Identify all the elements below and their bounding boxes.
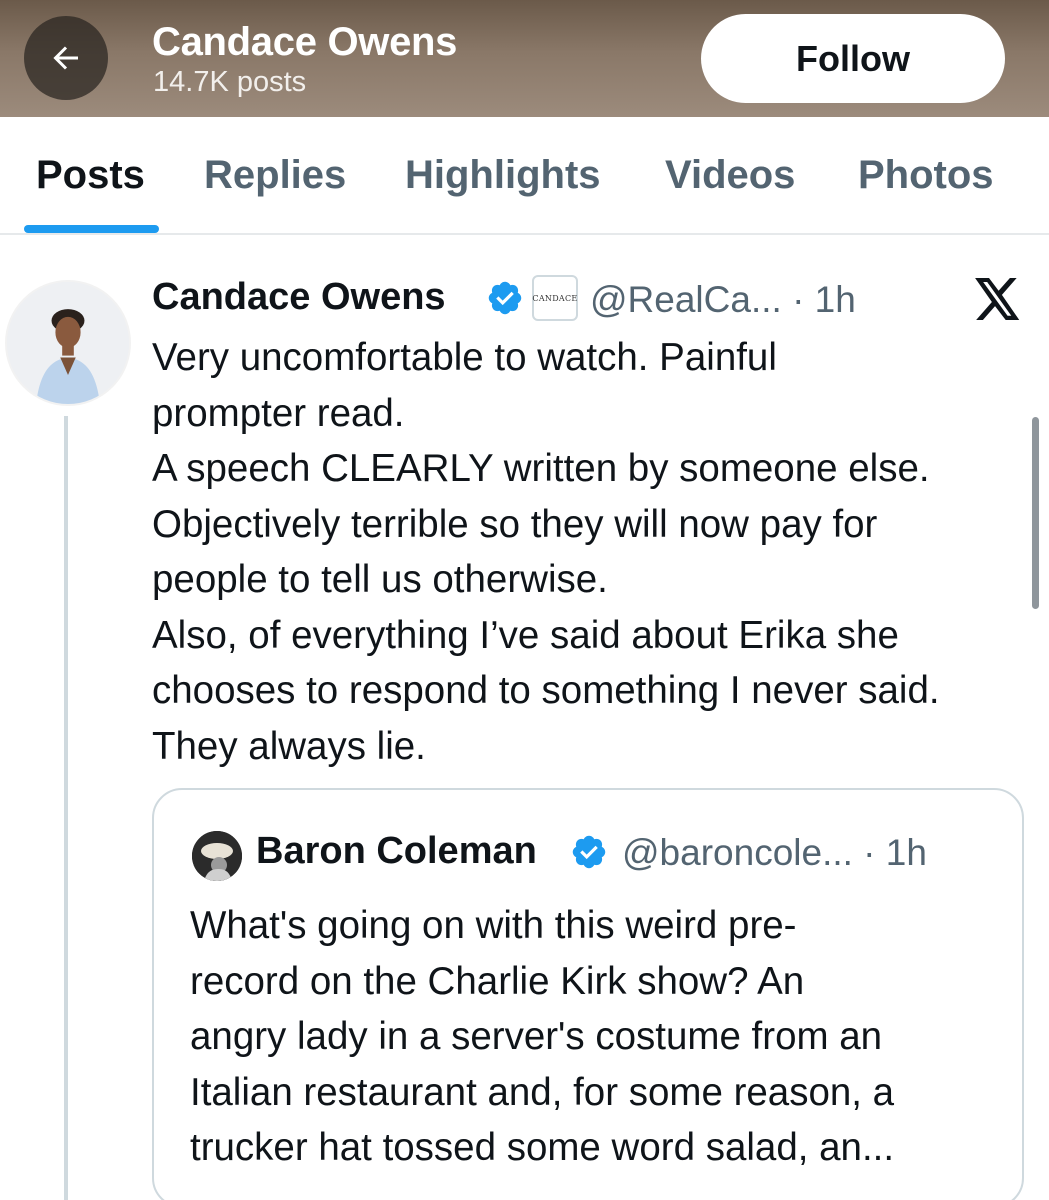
post-text: Very uncomfortable to watch. Painful pro… [152,336,940,768]
back-button[interactable] [24,16,108,100]
x-logo-icon [975,278,1020,320]
verified-badge-icon [488,281,522,315]
post-handle-time[interactable]: @RealCa... · 1h [590,279,856,321]
quoted-text: What's going on with this weird pre- rec… [190,904,895,1169]
quoted-handle-time[interactable]: @baroncole... · 1h [622,832,927,874]
arrow-left-icon [53,46,78,70]
avatar[interactable] [5,280,131,406]
header-profile-name: Candace Owens [152,20,458,64]
follow-button[interactable]: Follow [701,14,1005,103]
tab-posts[interactable]: Posts [36,153,145,198]
affiliate-badge[interactable]: CANDACE [532,275,578,321]
active-tab-indicator [24,225,159,233]
tab-highlights[interactable]: Highlights [405,153,601,198]
quoted-author-name[interactable]: Baron Coleman [256,830,537,873]
profile-tabs: Posts Replies Highlights Videos Photos [0,117,1049,235]
avatar-portrait-icon [7,282,129,404]
quoted-post[interactable]: Baron Coleman @baroncole... · 1h What's … [152,788,1024,1200]
header-post-count: 14.7K posts [153,66,307,98]
verified-badge-icon [572,835,606,869]
tab-photos[interactable]: Photos [858,153,994,198]
quoted-avatar[interactable] [192,831,242,881]
scrollbar[interactable] [1032,417,1039,609]
tabs-divider [0,233,1049,235]
post-author-name[interactable]: Candace Owens [152,276,446,319]
quoted-avatar-image-icon [192,831,242,881]
tab-videos[interactable]: Videos [665,153,795,198]
profile-header: Candace Owens 14.7K posts Follow [0,0,1049,117]
thread-line [64,416,68,1200]
tab-replies[interactable]: Replies [204,153,346,198]
